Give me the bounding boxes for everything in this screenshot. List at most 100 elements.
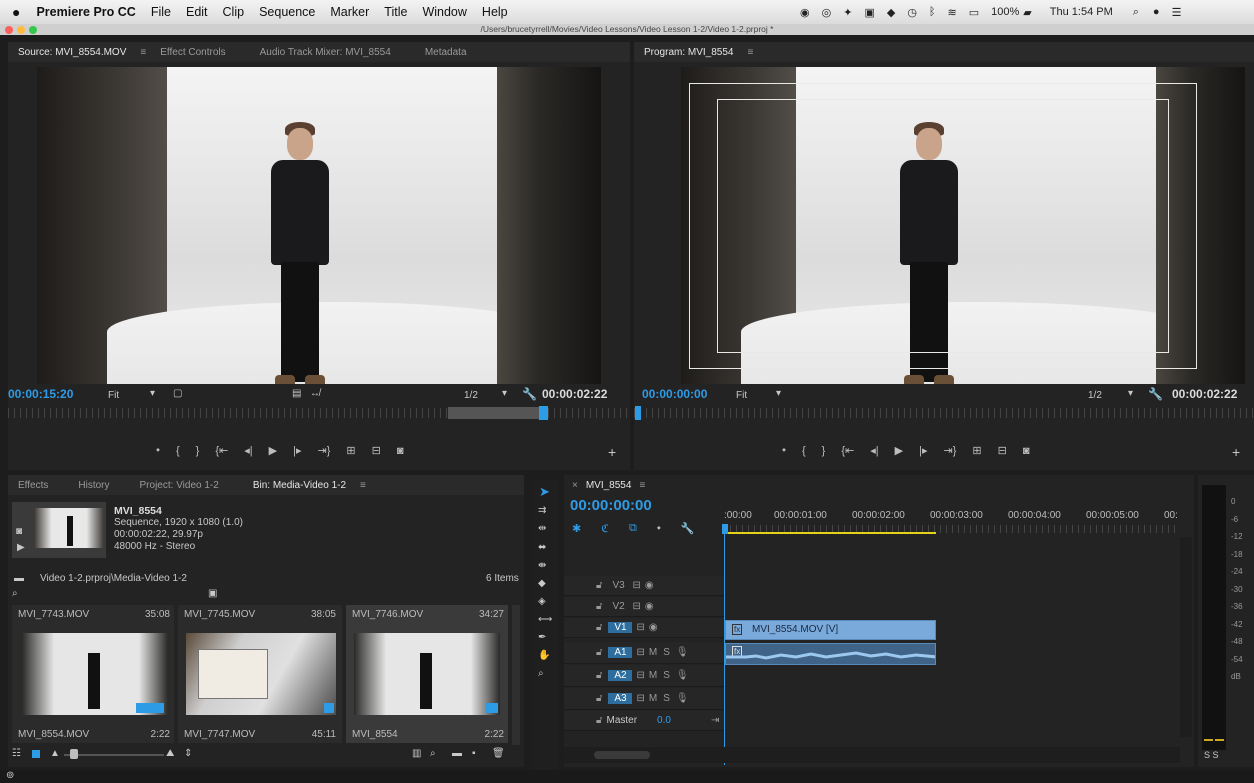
wrench-icon[interactable]: 🔧 xyxy=(1148,387,1163,401)
play-icon[interactable]: ▶ xyxy=(895,444,903,457)
bin-item-thumbnail[interactable] xyxy=(354,633,500,715)
lock-icon[interactable]: 🔓︎ xyxy=(596,647,602,658)
timeline-playhead-handle[interactable] xyxy=(722,524,728,534)
microphone-icon[interactable]: 🎙 xyxy=(676,647,689,658)
panel-menu-icon[interactable]: ≡ xyxy=(136,47,150,58)
step-back-icon[interactable]: ◂| xyxy=(870,444,878,457)
rate-stretch-tool-icon[interactable]: ⇼ xyxy=(538,560,546,571)
go-to-in-icon[interactable]: {⇤ xyxy=(215,444,228,457)
add-marker-icon[interactable]: ⬩ xyxy=(657,522,661,535)
mark-out-icon[interactable]: } xyxy=(822,445,826,457)
linked-selection-icon[interactable]: ⧉ xyxy=(629,522,637,535)
go-to-end-icon[interactable]: ⇥ xyxy=(711,715,719,726)
search-icon[interactable]: ⌕ xyxy=(12,588,18,599)
tab-audio-track-mixer[interactable]: Audio Track Mixer: MVI_8554 xyxy=(236,47,401,58)
status-icon[interactable]: ◉ xyxy=(800,6,810,19)
source-playhead[interactable] xyxy=(539,406,548,420)
panel-menu-icon[interactable]: ≡ xyxy=(356,480,370,491)
status-icon[interactable]: ◆ xyxy=(887,6,895,19)
minimize-window-button[interactable] xyxy=(17,26,25,34)
bin-item[interactable]: MVI_7745.MOV 38:05 MVI_7747.MOV 45:11 xyxy=(178,605,342,743)
ripple-edit-tool-icon[interactable]: ⇹ xyxy=(538,523,546,534)
toggle-output-icon[interactable]: ⊟ xyxy=(632,601,640,612)
step-forward-icon[interactable]: |▸ xyxy=(919,444,927,457)
pen-tool-icon[interactable]: ✒ xyxy=(538,632,546,643)
program-playhead[interactable] xyxy=(635,406,641,420)
selection-tool-icon[interactable]: ➤ xyxy=(539,484,550,500)
work-area-bar[interactable] xyxy=(724,532,936,534)
source-video-frame[interactable] xyxy=(37,67,601,384)
wifi-icon[interactable]: ≋ xyxy=(948,6,957,19)
trash-icon[interactable]: 🗑 xyxy=(492,748,505,759)
bin-item[interactable]: MVI_7743.MOV 35:08 MVI_8554.MOV 2:22 xyxy=(12,605,174,743)
menu-clip[interactable]: Clip xyxy=(223,5,245,19)
go-to-in-icon[interactable]: {⇤ xyxy=(841,444,854,457)
menu-marker[interactable]: Marker xyxy=(330,5,369,19)
insert-icon[interactable]: ⊞ xyxy=(346,444,355,457)
meter-solo-buttons[interactable]: S S xyxy=(1204,750,1219,760)
menu-edit[interactable]: Edit xyxy=(186,5,208,19)
slide-tool-icon[interactable]: ⟷ xyxy=(538,614,552,625)
tab-program[interactable]: Program: MVI_8554 xyxy=(634,47,744,58)
add-button-icon[interactable]: + xyxy=(1232,444,1240,460)
menu-window[interactable]: Window xyxy=(422,5,466,19)
nest-icon[interactable]: ✱ xyxy=(572,522,581,535)
mute-button[interactable]: M xyxy=(649,670,657,681)
timeline-scrollbar[interactable] xyxy=(1180,537,1192,737)
solo-button[interactable]: S xyxy=(663,670,670,681)
go-to-out-icon[interactable]: ⇥} xyxy=(943,444,956,457)
program-video-frame[interactable] xyxy=(681,67,1245,384)
menu-help[interactable]: Help xyxy=(482,5,508,19)
toggle-output-icon[interactable]: ⊟ xyxy=(636,670,644,681)
find-icon[interactable]: ⌕ xyxy=(430,748,436,759)
solo-button[interactable]: S xyxy=(663,647,670,658)
timeline-zoom-handle[interactable] xyxy=(594,751,650,759)
microphone-icon[interactable]: 🎙 xyxy=(676,693,689,704)
status-icon[interactable]: ◎ xyxy=(822,6,832,19)
automate-to-sequence-icon[interactable]: ▥ xyxy=(412,748,421,759)
razor-tool-icon[interactable]: ◆ xyxy=(538,578,546,589)
rolling-edit-tool-icon[interactable]: ⬌ xyxy=(538,542,546,553)
poster-frame-icon[interactable]: ◙ xyxy=(16,526,22,537)
add-marker-icon[interactable]: ⬩ xyxy=(156,444,160,457)
toggle-output-icon[interactable]: ⊟ xyxy=(636,622,644,633)
toggle-output-icon[interactable]: ⊟ xyxy=(632,580,640,591)
tab-effects[interactable]: Effects xyxy=(8,480,58,491)
menu-sequence[interactable]: Sequence xyxy=(259,5,315,19)
close-window-button[interactable] xyxy=(5,26,13,34)
lock-icon[interactable]: 🔓︎ xyxy=(596,693,602,704)
zoom-slider[interactable] xyxy=(64,754,164,756)
timeline-timecode[interactable]: 00:00:00:00 xyxy=(570,497,652,514)
panel-menu-icon[interactable]: ≡ xyxy=(744,47,758,58)
mute-button[interactable]: M xyxy=(649,647,657,658)
chevron-down-icon[interactable]: ▾ xyxy=(502,388,507,399)
tab-sequence[interactable]: MVI_8554 xyxy=(582,480,636,491)
icon-view-icon[interactable] xyxy=(32,750,40,758)
lock-icon[interactable]: 🔓︎ xyxy=(596,601,602,612)
wrench-icon[interactable]: 🔧 xyxy=(522,387,537,401)
bin-scrollbar[interactable] xyxy=(512,605,520,745)
chevron-down-icon[interactable]: ▾ xyxy=(776,388,781,399)
new-bin-icon[interactable]: ▬ xyxy=(452,748,462,759)
track-header-a3[interactable]: 🔓︎ A3 ⊟ M S 🎙 xyxy=(564,688,724,710)
lock-icon[interactable]: 🔓︎ xyxy=(596,580,602,591)
go-to-out-icon[interactable]: ⇥} xyxy=(317,444,330,457)
time-machine-icon[interactable]: ◷ xyxy=(907,6,917,19)
track-select-tool-icon[interactable]: ⇉ xyxy=(538,505,546,516)
tab-source[interactable]: Source: MVI_8554.MOV xyxy=(8,47,136,58)
program-playhead-timecode[interactable]: 00:00:00:00 xyxy=(642,387,707,401)
overwrite-icon[interactable]: ⊟ xyxy=(372,444,381,457)
eye-icon[interactable]: ◉ xyxy=(645,601,654,612)
lock-icon[interactable]: 🔓︎ xyxy=(596,670,602,681)
source-in-out-range[interactable] xyxy=(448,407,548,419)
tab-project[interactable]: Project: Video 1-2 xyxy=(120,480,229,491)
mark-in-icon[interactable]: { xyxy=(176,445,180,457)
add-button-icon[interactable]: + xyxy=(608,444,616,460)
timeline-horizontal-scrollbar[interactable] xyxy=(564,747,1180,763)
settings-icon[interactable]: ▢ xyxy=(173,388,182,399)
track-header-a2[interactable]: 🔓︎ A2 ⊟ M S 🎙 xyxy=(564,665,724,687)
bluetooth-icon[interactable]: ᛒ xyxy=(929,6,936,18)
track-header-v3[interactable]: 🔓︎ V3 ⊟ ◉ xyxy=(564,576,724,596)
siri-icon[interactable]: ● xyxy=(1153,6,1160,18)
tab-metadata[interactable]: Metadata xyxy=(401,47,477,58)
